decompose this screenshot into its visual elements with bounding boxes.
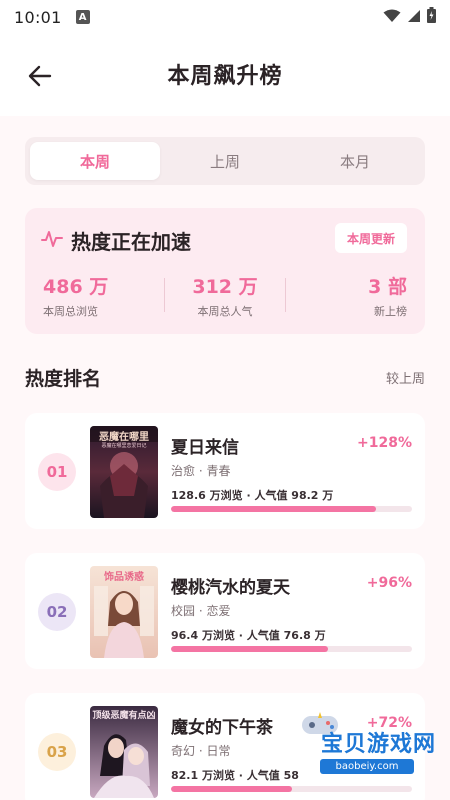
heat-summary-card: 热度正在加速 本周更新 486 万 本周总浏览 312 万 本周总人气 3 部 … bbox=[25, 208, 425, 334]
pulse-icon bbox=[41, 230, 63, 252]
stat-value: 3 部 bbox=[368, 275, 408, 298]
compare-label[interactable]: 较上周 bbox=[386, 368, 425, 387]
battery-icon bbox=[427, 7, 436, 27]
stat-label: 本周总人气 bbox=[197, 304, 253, 318]
stat-new-entries: 3 部 新上榜 bbox=[286, 272, 425, 318]
heat-progress-bar bbox=[171, 646, 412, 652]
book-stats: 82.1 万浏览 · 人气值 58 bbox=[171, 769, 299, 782]
stat-value: 312 万 bbox=[192, 275, 258, 298]
stat-label: 新上榜 bbox=[374, 304, 408, 318]
rank-badge: 01 bbox=[38, 453, 76, 491]
heat-title: 热度正在加速 bbox=[71, 230, 191, 254]
book-stats: 96.4 万浏览 · 人气值 76.8 万 bbox=[171, 629, 326, 642]
watermark-url: baobeiy.com bbox=[320, 759, 414, 774]
growth-percent: +128% bbox=[357, 435, 412, 451]
tab-this-week[interactable]: 本周 bbox=[30, 142, 160, 180]
ranking-item[interactable]: 02 饰品诱惑 樱桃汽水的夏天 校园 · 恋爱 +96% 96.4 万浏览 · … bbox=[25, 553, 425, 669]
site-watermark: 宝贝游戏网 baobeiy.com bbox=[292, 712, 442, 782]
stat-total-views: 486 万 本周总浏览 bbox=[25, 272, 164, 318]
rank-badge: 03 bbox=[38, 733, 76, 771]
tab-this-month[interactable]: 本月 bbox=[290, 142, 420, 180]
cover-title: 恶魔在哪里 bbox=[99, 432, 149, 443]
book-tags: 奇幻 · 日常 bbox=[171, 744, 231, 758]
stat-total-popularity: 312 万 本周总人气 bbox=[165, 272, 286, 318]
stat-value: 486 万 bbox=[43, 275, 109, 298]
cover-title: 顶级恶魔有点凶 bbox=[92, 711, 156, 721]
period-tabs: 本周 上周 本月 bbox=[25, 137, 425, 185]
status-time: 10:01 bbox=[14, 7, 62, 27]
book-cover: 顶级恶魔有点凶 bbox=[90, 706, 158, 798]
rank-badge: 02 bbox=[38, 593, 76, 631]
notification-icon: A bbox=[75, 10, 90, 24]
book-tags: 校园 · 恋爱 bbox=[171, 604, 231, 618]
page-title: 本周飙升榜 bbox=[167, 64, 283, 89]
main-content: 本周 上周 本月 热度正在加速 本周更新 486 万 本周总浏览 312 万 本… bbox=[0, 116, 450, 800]
book-stats: 128.6 万浏览 · 人气值 98.2 万 bbox=[171, 489, 334, 502]
heat-progress-bar bbox=[171, 786, 412, 792]
app-bar: 本周飙升榜 bbox=[0, 34, 450, 116]
book-title: 魔女的下午茶 bbox=[171, 718, 273, 738]
progress-fill bbox=[171, 646, 328, 652]
book-title: 樱桃汽水的夏天 bbox=[171, 578, 290, 598]
progress-fill bbox=[171, 786, 292, 792]
cover-title: 饰品诱惑 bbox=[104, 572, 144, 583]
book-cover: 饰品诱惑 bbox=[90, 566, 158, 658]
cover-subtitle: 恶魔在哪里恋爱日记 bbox=[101, 443, 147, 449]
weekly-update-button[interactable]: 本周更新 bbox=[334, 223, 407, 253]
stat-label: 本周总浏览 bbox=[43, 304, 98, 318]
progress-fill bbox=[171, 506, 376, 512]
stats-row: 486 万 本周总浏览 312 万 本周总人气 3 部 新上榜 bbox=[25, 272, 425, 318]
ranking-item[interactable]: 01 恶魔在哪里 恶魔在哪里恋爱日记 夏日来信 治愈 · 青春 +128% 12… bbox=[25, 413, 425, 529]
ranking-title: 热度排名 bbox=[25, 368, 102, 390]
book-cover: 恶魔在哪里 恶魔在哪里恋爱日记 bbox=[90, 426, 158, 518]
book-title: 夏日来信 bbox=[171, 438, 239, 458]
wifi-icon bbox=[383, 8, 401, 27]
book-tags: 治愈 · 青春 bbox=[171, 464, 231, 478]
watermark-text: 宝贝游戏网 bbox=[320, 732, 436, 757]
growth-percent: +96% bbox=[366, 575, 412, 591]
heat-progress-bar bbox=[171, 506, 412, 512]
signal-icon bbox=[407, 8, 421, 27]
status-bar: 10:01 A bbox=[0, 0, 450, 34]
ranking-header: 热度排名 较上周 bbox=[25, 364, 425, 391]
tab-last-week[interactable]: 上周 bbox=[160, 142, 290, 180]
